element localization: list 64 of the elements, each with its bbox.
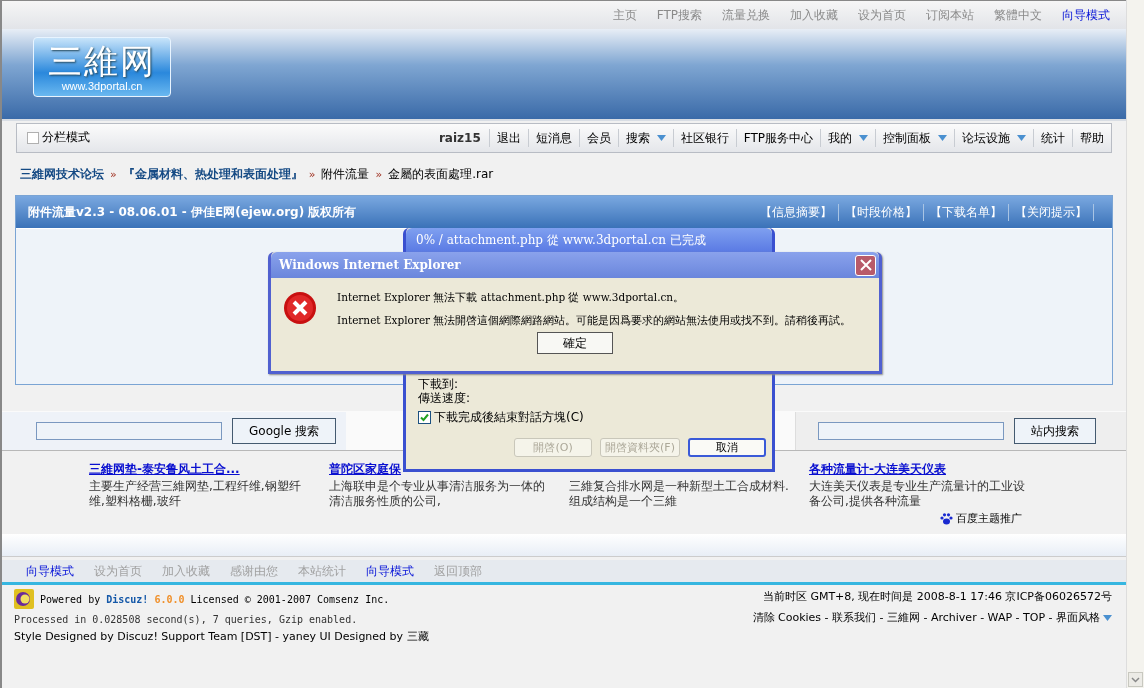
footer-link[interactable]: 向导模式 — [366, 562, 414, 580]
save-to-label: 下載到: — [418, 377, 460, 391]
nav-item[interactable]: 社区银行 — [672, 129, 736, 147]
timezone-text: 当前时区 GMT+8, 现在时间是 2008-8-1 17:46 京ICP备06026572号 — [762, 589, 1112, 604]
scroll-down-icon[interactable] — [1128, 672, 1143, 687]
close-icon — [859, 259, 872, 271]
scrollbar[interactable] — [1126, 0, 1144, 688]
error-icon — [283, 291, 317, 325]
close-button[interactable] — [855, 254, 876, 276]
powered-by-text: Powered by Discuz! 6.0.0 Licensed © 2001-2007 Comsenz Inc. — [40, 593, 390, 605]
error-message: Internet Explorer 無法下載 attachment.php 從 www.3dportal.cn。 — [337, 290, 686, 304]
google-search-button[interactable]: Google 搜索 — [232, 418, 337, 444]
caret-icon — [656, 135, 666, 141]
nav-item[interactable]: 我的 — [820, 129, 875, 147]
nav-item[interactable]: FTP服务中心 — [735, 129, 820, 147]
discuz-logo-icon — [14, 589, 34, 609]
error-message: Internet Explorer 無法開啓這個網際網路網站。可能是因爲要求的網站無法使用或找不到。請稍後再試。 — [337, 313, 852, 327]
dialog-title: 0% / attachment.php 從 www.3dportal.cn 已完成 — [416, 233, 706, 247]
nav-item[interactable]: 统计 — [1033, 129, 1072, 147]
dialog-button[interactable]: 取消 — [688, 438, 766, 457]
breadcrumb-link[interactable]: 『金属材料、热处理和表面处理』 — [122, 165, 303, 183]
paw-icon — [940, 512, 953, 525]
processed-text: Processed in 0.028508 second(s), 7 queries, Gzip enabled. — [14, 614, 359, 625]
caret-icon — [938, 135, 947, 141]
nav-item[interactable]: 会员 — [578, 129, 618, 147]
site-search-button[interactable]: 站内搜索 — [1014, 418, 1096, 444]
ad-link[interactable]: 普陀区家庭保 — [329, 462, 401, 476]
panel-title: 附件流量v2.3 - 08.06.01 - 伊佳E网(ejew.org) 版权所有 — [28, 203, 357, 221]
checkbox-label: 下載完成後結束對話方塊(C) — [434, 409, 584, 426]
breadcrumb-separator: » — [110, 167, 117, 181]
ad-description: 主要生产经营三維网垫,工程纤维,钢塑纤维,塑料格栅,玻纤 — [89, 479, 302, 509]
breadcrumb-link[interactable]: 三維网技术论坛 — [20, 165, 104, 183]
search-field[interactable] — [818, 422, 1004, 440]
caret-icon — [1017, 135, 1026, 141]
nav-item[interactable]: 控制面板 — [875, 129, 954, 147]
nav-item[interactable]: 帮助 — [1072, 129, 1111, 147]
footer-links[interactable]: 清除 Cookies - 联系我们 - 三維网 - Archiver - WAP - TOP - 界面风格 — [752, 610, 1100, 625]
nav-item[interactable]: 退出 — [488, 129, 528, 147]
nav-item[interactable]: 短消息 — [527, 129, 579, 147]
ad-link[interactable]: 三維网垫-泰安鲁风土工合... — [89, 462, 240, 476]
top-link[interactable]: 向导模式 — [1062, 6, 1110, 24]
layout-toggle-label: 分栏模式 — [42, 129, 90, 146]
breadcrumb-separator: » — [375, 167, 383, 181]
breadcrumb-separator: » — [308, 167, 316, 181]
caret-icon — [1103, 614, 1112, 621]
caret-icon — [859, 135, 868, 141]
nav-item[interactable]: 论坛设施 — [954, 129, 1033, 147]
dialog-title: Windows Internet Explorer — [279, 258, 461, 272]
checkbox[interactable] — [418, 411, 431, 424]
sponsor-link[interactable]: 百度主题推广 — [940, 511, 1022, 526]
breadcrumb-label: 附件流量 — [321, 165, 370, 183]
checkbox[interactable] — [27, 131, 39, 144]
breadcrumb-label: 金屬的表面處理.rar — [388, 165, 494, 183]
username[interactable]: raiz15 — [430, 131, 489, 145]
speed-label: 傳送速度: — [418, 391, 472, 405]
ok-button[interactable]: 確定 — [537, 332, 613, 354]
footer-link[interactable]: 向导模式 — [26, 562, 74, 580]
search-field[interactable] — [36, 422, 222, 440]
nav-item[interactable]: 搜索 — [617, 129, 673, 147]
style-credit: Style Designed by Discuz! Support Team [DST] - yaney UI Designed by 三藏 — [14, 629, 429, 644]
ad-description: 大连美天仪表是专业生产流量计的工业设备公司,提供各种流量 — [809, 479, 1026, 509]
ad-description: 上海联申是个专业从事清洁服务为一体的清洁服务性质的公司, — [329, 479, 546, 509]
ad-link[interactable]: 各种流量计-大连美天仪表 — [809, 462, 946, 476]
ad-description: 三維复合排水网是一种新型土工合成材料.组成结构是一个三維 — [569, 479, 790, 509]
